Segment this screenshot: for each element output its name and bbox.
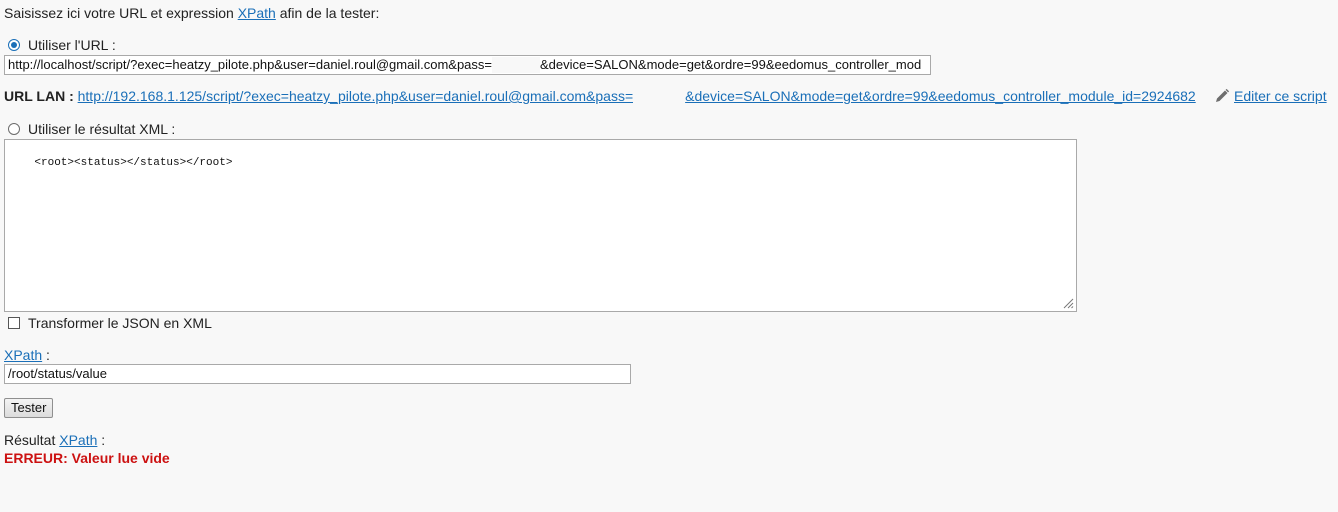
xpath-tester-page: Saisissez ici votre URL et expression XP… — [0, 0, 1338, 512]
url-lan-row: URL LAN : http://192.168.1.125/script/?e… — [4, 88, 1196, 104]
edit-script-link[interactable]: Editer ce script — [1214, 88, 1327, 104]
pencil-icon — [1216, 88, 1230, 102]
xml-content: <root><status></status></root> — [34, 157, 233, 169]
result-label: Résultat XPath : — [4, 432, 105, 448]
xml-textarea[interactable]: <root><status></status></root> — [4, 139, 1077, 312]
xpath-link[interactable]: XPath — [4, 347, 42, 363]
result-suffix: : — [101, 432, 106, 448]
url-lan-link[interactable]: http://192.168.1.125/script/?exec=heatzy… — [78, 88, 1196, 104]
error-message: ERREUR: Valeur lue vide — [4, 450, 170, 466]
result-prefix: Résultat — [4, 432, 56, 448]
url-input-value-end: &device=SALON&mode=get&ordre=99&eedomus_… — [540, 57, 922, 72]
test-button[interactable]: Tester — [4, 398, 54, 418]
edit-script-label: Editer ce script — [1234, 88, 1327, 104]
result-xpath-link[interactable]: XPath — [59, 432, 97, 448]
url-lan-link-start: http://192.168.1.125/script/?exec=heatzy… — [77, 88, 634, 104]
url-input-value: http://localhost/script/?exec=heatzy_pil… — [8, 57, 492, 72]
intro-xpath-link[interactable]: XPath — [238, 5, 276, 21]
url-option-label: Utiliser l'URL : — [28, 37, 116, 53]
url-lan-link-end: &device=SALON&mode=get&ordre=99&eedomus_… — [685, 88, 1196, 104]
xpath-input[interactable]: /root/status/value — [4, 364, 631, 384]
url-lan-label: URL LAN : — [4, 88, 74, 104]
json-transform-label: Transformer le JSON en XML — [28, 315, 212, 331]
xpath-label: XPath : — [4, 347, 50, 363]
xpath-input-value: /root/status/value — [8, 366, 107, 381]
json-transform-row[interactable]: Transformer le JSON en XML — [8, 315, 212, 331]
intro-text: Saisissez ici votre URL et expression XP… — [4, 5, 379, 21]
intro-suffix: afin de la tester: — [279, 5, 380, 21]
resize-grip-icon[interactable] — [1062, 297, 1074, 309]
xpath-label-suffix: : — [46, 347, 50, 363]
xml-radio[interactable] — [8, 123, 20, 135]
url-option-row[interactable]: Utiliser l'URL : — [8, 37, 116, 53]
url-redaction — [492, 57, 540, 73]
json-transform-checkbox[interactable] — [8, 317, 20, 329]
url-lan-redaction — [633, 88, 686, 104]
xml-option-row[interactable]: Utiliser le résultat XML : — [8, 121, 175, 137]
xml-option-label: Utiliser le résultat XML : — [28, 121, 176, 137]
url-radio[interactable] — [8, 39, 20, 51]
url-input[interactable]: http://localhost/script/?exec=heatzy_pil… — [4, 55, 931, 75]
intro-prefix: Saisissez ici votre URL et expression — [4, 5, 234, 21]
